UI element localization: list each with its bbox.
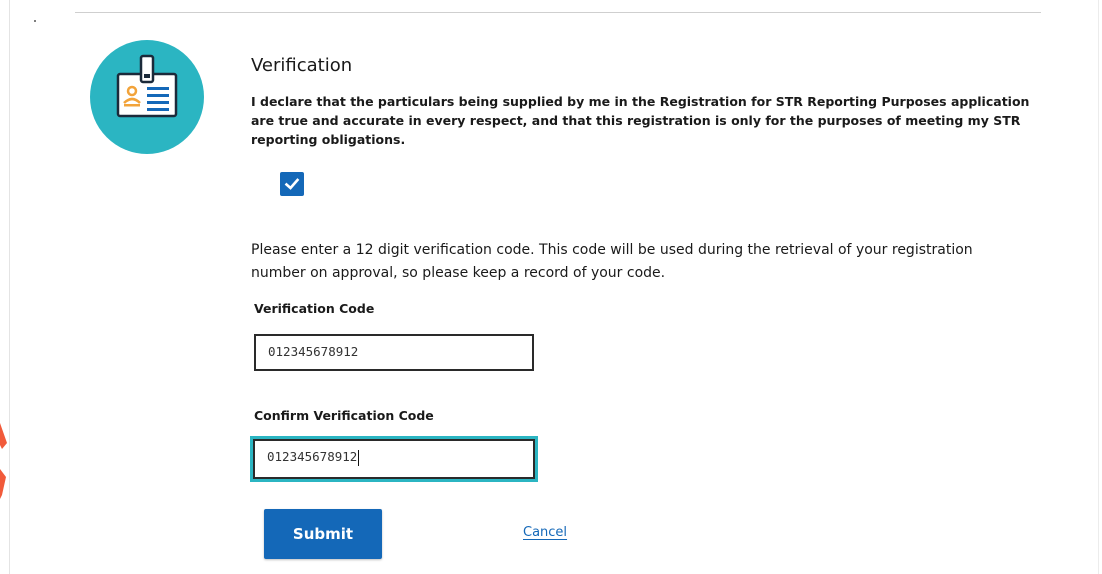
verification-code-value: 012345678912 (268, 344, 359, 359)
right-border-line (1098, 0, 1099, 574)
declaration-checkbox[interactable] (280, 172, 304, 196)
submit-button[interactable]: Submit (264, 509, 382, 559)
id-badge-icon (90, 40, 204, 154)
verification-code-input[interactable]: 012345678912 (254, 334, 534, 371)
declaration-text: I declare that the particulars being sup… (251, 94, 1030, 147)
confirm-verification-code-value: 012345678912 (267, 449, 358, 464)
page-title: Verification (251, 55, 353, 76)
verification-code-label: Verification Code (254, 301, 375, 316)
top-divider (75, 12, 1041, 13)
confirm-verification-code-input[interactable]: 012345678912 (253, 439, 535, 479)
cancel-link[interactable]: Cancel (523, 525, 567, 540)
checkmark-icon (284, 178, 300, 190)
stray-dot (34, 20, 36, 22)
edge-accent-decoration (0, 423, 7, 499)
text-caret (358, 449, 360, 466)
instructions-text: Please enter a 12 digit verification cod… (251, 242, 973, 281)
confirm-verification-code-label: Confirm Verification Code (254, 408, 434, 423)
